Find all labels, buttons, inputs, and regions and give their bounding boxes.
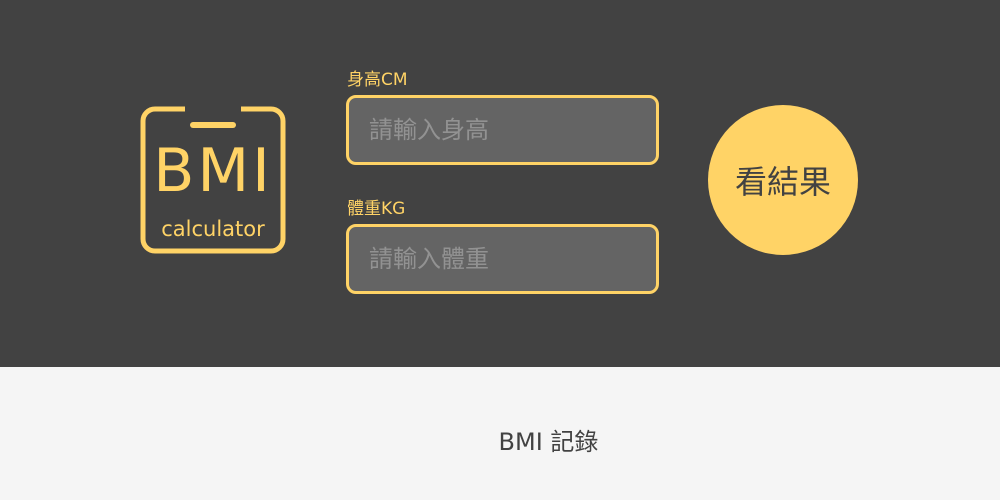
weight-input[interactable] (346, 224, 659, 294)
see-result-button[interactable]: 看結果 (708, 105, 858, 255)
bmi-logo: BMI calculator (140, 106, 286, 254)
weight-label: 體重KG (347, 199, 406, 219)
height-input[interactable] (346, 95, 659, 165)
logo-subtitle: calculator (161, 217, 265, 241)
logo-title: BMI (153, 136, 273, 206)
height-label: 身高CM (347, 70, 408, 90)
records-title: BMI 記錄 (498, 428, 599, 456)
header-banner: BMI calculator 身高CM 體重KG 看結果 (0, 0, 1000, 367)
